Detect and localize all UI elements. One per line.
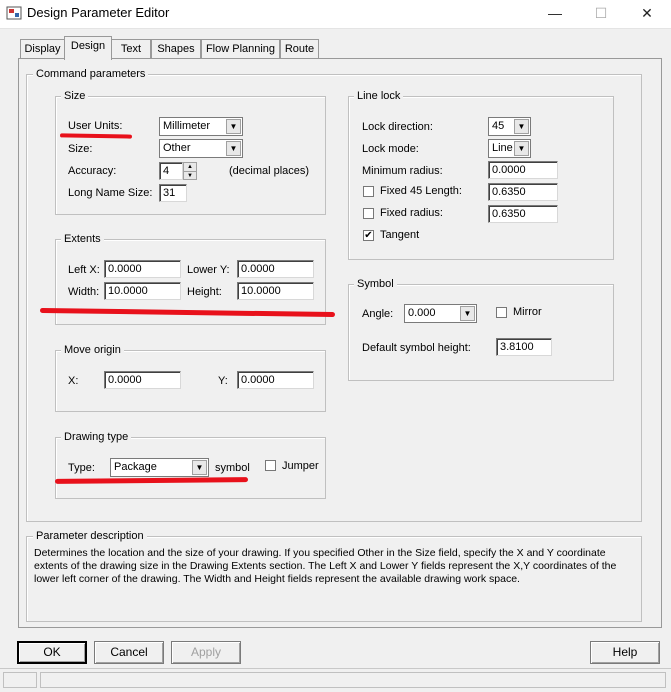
chevron-down-icon[interactable]: ▼ — [226, 119, 241, 134]
width-input[interactable]: 10.0000 — [104, 282, 181, 300]
origin-y-label: Y: — [218, 375, 228, 387]
chevron-down-icon[interactable]: ▼ — [226, 141, 241, 156]
tab-design[interactable]: Design — [64, 36, 112, 60]
check-icon: ✔ — [364, 230, 373, 241]
minimize-button[interactable]: — — [532, 0, 578, 28]
fixed-radius-checkbox[interactable] — [363, 208, 374, 219]
tab-flow-planning[interactable]: Flow Planning — [201, 39, 280, 59]
apply-button: Apply — [171, 641, 241, 664]
left-x-input[interactable]: 0.0000 — [104, 260, 181, 278]
fixed-45-length-label: Fixed 45 Length: — [380, 185, 462, 197]
tab-text[interactable]: Text — [111, 39, 151, 59]
angle-select[interactable]: 0.000 ▼ — [404, 304, 477, 323]
chevron-down-icon[interactable]: ▼ — [514, 141, 529, 156]
drawing-type-label: Type: — [68, 462, 95, 474]
accuracy-input[interactable]: 4 — [159, 162, 183, 180]
spin-up-icon[interactable]: ▲ — [184, 163, 196, 172]
long-name-size-input[interactable]: 31 — [159, 184, 187, 202]
lower-y-label: Lower Y: — [187, 264, 230, 276]
status-pane-main — [40, 672, 666, 688]
help-button[interactable]: Help — [590, 641, 660, 664]
lock-mode-label: Lock mode: — [362, 143, 419, 155]
lock-direction-label: Lock direction: — [362, 121, 433, 133]
close-button[interactable]: ✕ — [624, 0, 670, 28]
accuracy-spinner[interactable]: ▲ ▼ — [183, 162, 197, 180]
mirror-checkbox[interactable] — [496, 307, 507, 318]
drawing-type-title: Drawing type — [61, 431, 132, 443]
drawing-type-select[interactable]: Package ▼ — [110, 458, 209, 477]
lock-mode-value: Line — [492, 142, 513, 154]
user-units-select[interactable]: Millimeter ▼ — [159, 117, 243, 136]
origin-y-input[interactable]: 0.0000 — [237, 371, 314, 389]
move-origin-title: Move origin — [61, 344, 124, 356]
spin-down-icon[interactable]: ▼ — [184, 172, 196, 180]
status-pane-left — [3, 672, 37, 688]
jumper-checkbox[interactable] — [265, 460, 276, 471]
user-units-label: User Units: — [68, 120, 123, 132]
window-title: Design Parameter Editor — [27, 5, 170, 20]
mirror-label: Mirror — [513, 306, 542, 318]
angle-label: Angle: — [362, 308, 394, 320]
symbol-group — [348, 284, 614, 381]
size-label: Size: — [68, 143, 93, 155]
app-icon — [6, 6, 22, 20]
lock-direction-select[interactable]: 45 ▼ — [488, 117, 531, 136]
fixed-radius-label: Fixed radius: — [380, 207, 443, 219]
angle-value: 0.000 — [408, 307, 436, 319]
jumper-label: Jumper — [282, 460, 319, 472]
maximize-button[interactable]: ☐ — [578, 0, 624, 28]
origin-x-input[interactable]: 0.0000 — [104, 371, 181, 389]
parameter-description-title: Parameter description — [33, 530, 147, 542]
origin-x-label: X: — [68, 375, 79, 387]
chevron-down-icon[interactable]: ▼ — [460, 306, 475, 321]
accuracy-label: Accuracy: — [68, 165, 117, 177]
size-value: Other — [163, 142, 191, 154]
drawing-type-value: Package — [114, 461, 157, 473]
fixed-45-length-input[interactable]: 0.6350 — [488, 183, 558, 201]
extents-title: Extents — [61, 233, 104, 245]
width-label: Width: — [68, 286, 100, 298]
long-name-size-label: Long Name Size: — [68, 187, 153, 199]
chevron-down-icon[interactable]: ▼ — [514, 119, 529, 134]
accuracy-hint: (decimal places) — [229, 165, 310, 177]
command-parameters-title: Command parameters — [33, 68, 149, 80]
tab-route[interactable]: Route — [280, 39, 319, 59]
minimum-radius-label: Minimum radius: — [362, 165, 443, 177]
cancel-button[interactable]: Cancel — [94, 641, 164, 664]
tangent-checkbox[interactable]: ✔ — [363, 230, 374, 241]
line-lock-title: Line lock — [354, 90, 404, 102]
size-title: Size — [61, 90, 89, 102]
status-bar — [0, 668, 671, 692]
height-label: Height: — [187, 286, 222, 298]
height-input[interactable]: 10.0000 — [237, 282, 314, 300]
lower-y-input[interactable]: 0.0000 — [237, 260, 314, 278]
default-symbol-height-label: Default symbol height: — [362, 342, 471, 354]
title-bar: Design Parameter Editor — ☐ ✕ — [0, 0, 671, 29]
default-symbol-height-input[interactable]: 3.8100 — [496, 338, 552, 356]
tab-shapes[interactable]: Shapes — [151, 39, 201, 59]
minimum-radius-input[interactable]: 0.0000 — [488, 161, 558, 179]
fixed-45-length-checkbox[interactable] — [363, 186, 374, 197]
lock-direction-value: 45 — [492, 120, 505, 132]
fixed-radius-input[interactable]: 0.6350 — [488, 205, 558, 223]
drawing-type-suffix: symbol — [215, 462, 250, 474]
parameter-description-text: Determines the location and the size of … — [34, 547, 617, 585]
symbol-title: Symbol — [354, 278, 397, 290]
size-select[interactable]: Other ▼ — [159, 139, 243, 158]
tangent-label: Tangent — [380, 229, 420, 241]
chevron-down-icon[interactable]: ▼ — [192, 460, 207, 475]
lock-mode-select[interactable]: Line ▼ — [488, 139, 531, 158]
left-x-label: Left X: — [68, 264, 100, 276]
user-units-value: Millimeter — [163, 120, 211, 132]
ok-button[interactable]: OK — [17, 641, 87, 664]
tab-display[interactable]: Display — [20, 39, 65, 59]
